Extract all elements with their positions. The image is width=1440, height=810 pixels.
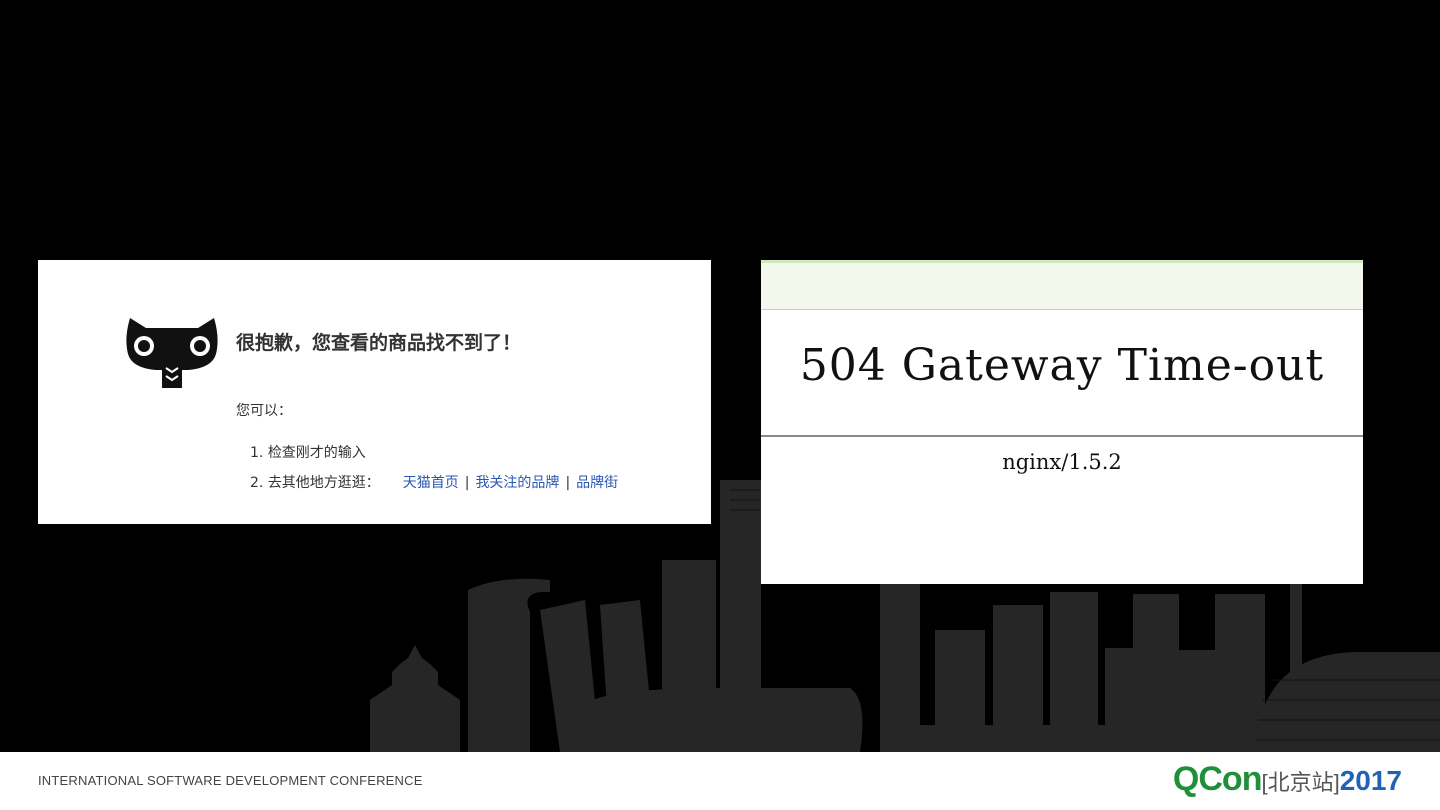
tmall-error-panel: 很抱歉，您查看的商品找不到了！ 您可以： 1. 检查刚才的输入 2. 去其他地方… xyxy=(38,260,711,524)
brand-year: 2017 xyxy=(1339,765,1402,796)
divider xyxy=(761,435,1363,437)
list-item-text: 去其他地方逛逛： xyxy=(267,475,380,491)
brand-name: QCon xyxy=(1172,760,1263,798)
link-separator: | xyxy=(565,475,571,491)
brand-site: [北京站] xyxy=(1261,770,1340,795)
followed-brands-link[interactable]: 我关注的品牌 xyxy=(475,475,559,491)
link-separator: | xyxy=(464,475,470,491)
error-title: 很抱歉，您查看的商品找不到了！ xyxy=(236,332,522,354)
gateway-error-panel: 504 Gateway Time-out nginx/1.5.2 xyxy=(761,260,1363,584)
browser-toolbar xyxy=(761,260,1363,310)
list-item-text: 检查刚才的输入 xyxy=(267,445,366,461)
list-item: 2. 去其他地方逛逛： 天猫首页 | 我关注的品牌 | 品牌街 xyxy=(250,472,618,502)
suggestion-heading: 您可以： xyxy=(236,403,292,419)
list-item-number: 1. xyxy=(250,445,264,461)
tmall-home-link[interactable]: 天猫首页 xyxy=(403,475,459,491)
server-signature: nginx/1.5.2 xyxy=(1002,450,1122,474)
suggestion-list: 1. 检查刚才的输入 2. 去其他地方逛逛： 天猫首页 | 我关注的品牌 | 品牌街 xyxy=(250,442,618,502)
gateway-error-title: 504 Gateway Time-out xyxy=(799,340,1325,391)
conference-name: INTERNATIONAL SOFTWARE DEVELOPMENT CONFE… xyxy=(38,773,423,788)
qcon-logo: QCon[北京站]2017 xyxy=(1173,760,1402,800)
slide-footer: INTERNATIONAL SOFTWARE DEVELOPMENT CONFE… xyxy=(0,752,1440,810)
brand-street-link[interactable]: 品牌街 xyxy=(576,475,618,491)
tmall-cat-logo-icon xyxy=(126,318,218,388)
list-item-number: 2. xyxy=(250,475,264,491)
list-item: 1. 检查刚才的输入 xyxy=(250,442,618,472)
